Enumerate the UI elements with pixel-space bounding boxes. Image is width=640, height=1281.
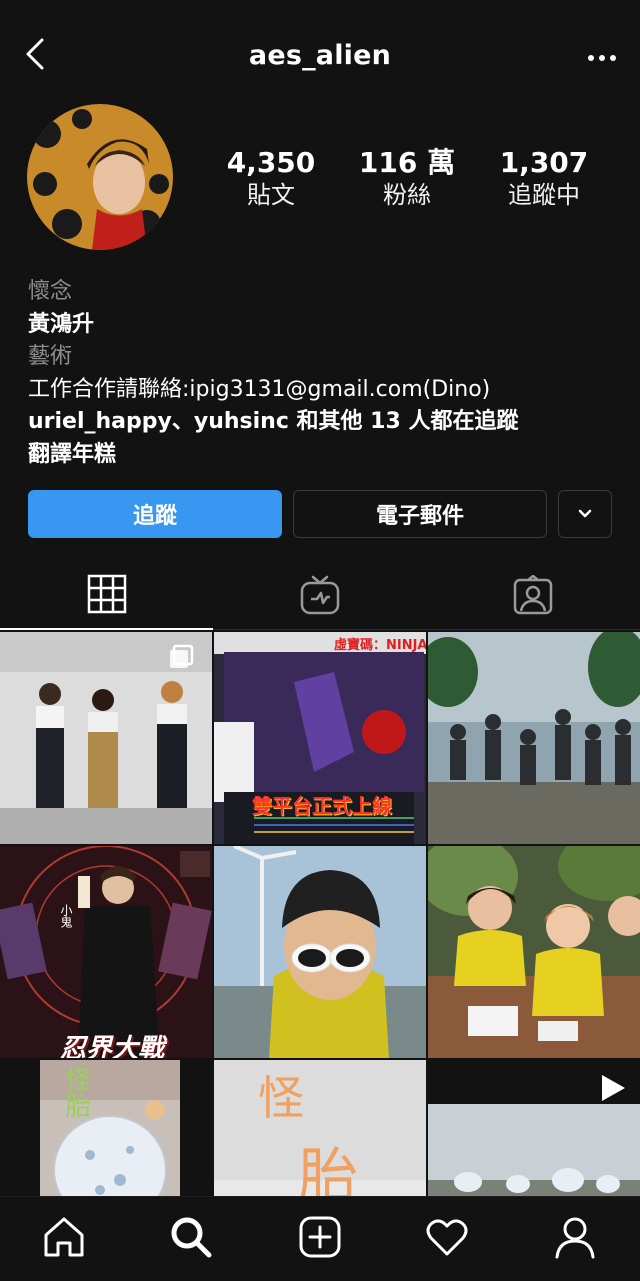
grid-icon	[87, 574, 126, 614]
nav-new-post[interactable]	[290, 1207, 350, 1267]
igtv-icon	[300, 575, 339, 615]
tab-tagged[interactable]	[426, 560, 639, 630]
post-thumbnail[interactable]: 虛寶碼：NINJA 雙平台正式上線	[214, 632, 426, 844]
post-caption-text: 雙平台正式上線	[252, 794, 392, 818]
stat-posts[interactable]: 4,350 貼文	[201, 146, 341, 210]
post-char-1: 怪	[258, 1071, 304, 1125]
bio-category: 藝術	[28, 344, 73, 369]
bio-contact[interactable]: 工作合作請聯絡:ipig3131@gmail.com(Dino)	[28, 374, 628, 407]
post-thumbnail[interactable]: 怪 胎	[214, 1060, 426, 1196]
video-play-icon	[600, 1074, 626, 1102]
followed-by-text[interactable]: uriel_happy、yuhsinc 和其他 13 人都在追蹤	[28, 406, 628, 439]
translate-link[interactable]: 翻譯年糕	[28, 439, 628, 472]
post-thumbnail[interactable]	[0, 632, 212, 844]
post-banner-text: 虛寶碼：NINJA	[334, 638, 426, 653]
search-icon	[171, 1217, 212, 1258]
profile-icon	[555, 1217, 595, 1259]
activity-heart-icon	[426, 1219, 468, 1256]
posts-grid: 虛寶碼：NINJA 雙平台正式上線 小鬼 忍界大戰 怪胎 怪 胎	[0, 632, 640, 1196]
following-label: 追蹤中	[508, 181, 580, 209]
profile-bio: 懷念 黃鴻升 藝術 工作合作請聯絡:ipig3131@gmail.com(Din…	[28, 276, 628, 471]
suggestions-dropdown-button[interactable]	[558, 490, 612, 538]
more-horizontal-icon	[588, 55, 616, 61]
following-count: 1,307	[499, 146, 589, 179]
nav-home[interactable]	[34, 1207, 94, 1267]
follow-button[interactable]: 追蹤	[28, 490, 282, 538]
email-button[interactable]: 電子郵件	[293, 490, 547, 538]
profile-header: aes_alien	[0, 0, 640, 110]
followers-label: 粉絲	[383, 181, 431, 209]
post-thumbnail[interactable]	[428, 1060, 640, 1196]
post-char-2: 胎	[298, 1142, 358, 1196]
bottom-navigation	[0, 1196, 640, 1281]
stat-followers[interactable]: 116 萬 粉絲	[337, 146, 477, 210]
post-thumbnail[interactable]: 小鬼 忍界大戰	[0, 846, 212, 1058]
post-name-tag: 小鬼	[59, 904, 73, 928]
chevron-down-icon	[578, 509, 592, 518]
nav-search[interactable]	[161, 1207, 221, 1267]
posts-count: 4,350	[226, 146, 316, 179]
stat-following[interactable]: 1,307 追蹤中	[474, 146, 614, 210]
nav-activity[interactable]	[417, 1207, 477, 1267]
post-title-text: 忍界大戰	[60, 1034, 165, 1058]
post-thumbnail[interactable]: 怪胎	[0, 1060, 212, 1196]
nav-profile[interactable]	[545, 1207, 605, 1267]
home-icon	[44, 1217, 84, 1257]
profile-avatar[interactable]	[27, 104, 173, 250]
followers-count: 116 萬	[358, 146, 456, 179]
post-thumbnail[interactable]	[214, 846, 426, 1058]
bio-full-name: 黃鴻升	[28, 311, 95, 337]
post-thumbnail[interactable]	[428, 846, 640, 1058]
tab-grid[interactable]	[0, 560, 213, 630]
bio-remembering-label: 懷念	[28, 279, 73, 304]
tab-igtv[interactable]	[213, 560, 426, 630]
post-overlay-text: 怪胎	[61, 1066, 91, 1118]
profile-username: aes_alien	[248, 40, 392, 71]
add-post-icon	[299, 1216, 341, 1258]
more-options-button[interactable]	[584, 38, 620, 74]
tagged-icon	[513, 575, 552, 615]
post-thumbnail[interactable]	[428, 632, 640, 844]
posts-label: 貼文	[247, 181, 295, 209]
profile-tabs	[0, 560, 640, 630]
